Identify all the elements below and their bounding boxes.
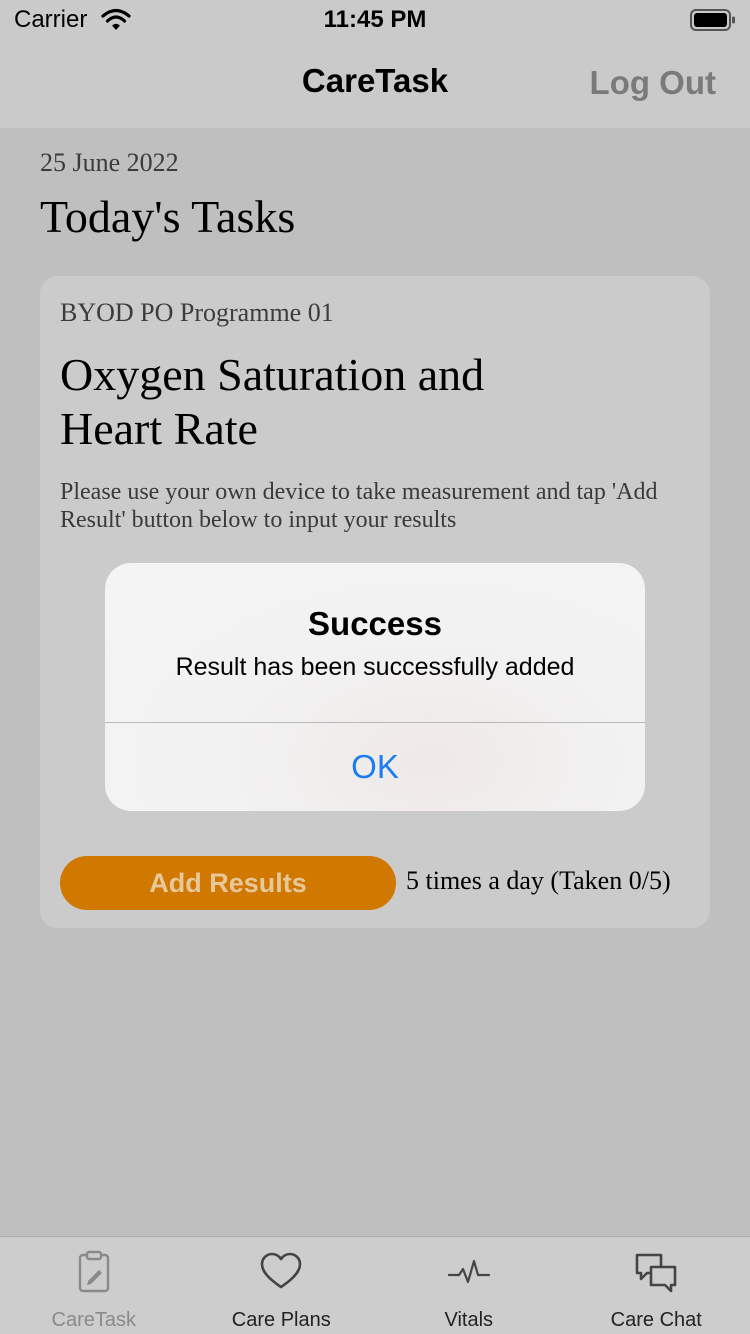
- success-alert: Success Result has been successfully add…: [105, 563, 645, 811]
- task-title: Oxygen Saturation and Heart Rate: [60, 349, 485, 454]
- clipboard-edit-icon: [78, 1250, 109, 1293]
- tab-bar: CareTask Care Plans Vitals Care Chat: [0, 1236, 750, 1334]
- status-time: 11:45 PM: [323, 6, 427, 33]
- pulse-icon: [447, 1259, 490, 1284]
- task-description: Please use your own device to take measu…: [60, 479, 658, 533]
- tab-label: Vitals: [444, 1309, 494, 1331]
- battery-icon: [690, 9, 735, 31]
- tab-caretask[interactable]: CareTask: [0, 1237, 188, 1334]
- section-title: Today's Tasks: [40, 191, 296, 242]
- tab-label: CareTask: [51, 1309, 136, 1331]
- screen: Carrier 11:45 PM CareTask Log Out 25 Jun…: [0, 0, 750, 1334]
- tab-label: Care Plans: [231, 1309, 331, 1331]
- date-label: 25 June 2022: [40, 148, 179, 177]
- tab-care-plans[interactable]: Care Plans: [188, 1237, 376, 1334]
- tab-label: Care Chat: [610, 1309, 702, 1331]
- task-frequency: 5 times a day (Taken 0/5): [406, 866, 671, 895]
- tab-vitals[interactable]: Vitals: [375, 1237, 563, 1334]
- task-program: BYOD PO Programme 01: [60, 298, 334, 327]
- alert-message: Result has been successfully added: [175, 653, 575, 681]
- tab-care-chat[interactable]: Care Chat: [563, 1237, 750, 1334]
- heart-icon: [260, 1252, 302, 1289]
- top-bar: Carrier 11:45 PM CareTask Log Out: [0, 0, 750, 128]
- alert-title: Success: [308, 605, 442, 642]
- alert-ok-button[interactable]: OK: [105, 723, 645, 811]
- add-results-button[interactable]: Add Results: [60, 856, 396, 910]
- chat-bubbles-icon: [635, 1253, 677, 1293]
- logout-button[interactable]: Log Out: [590, 64, 716, 102]
